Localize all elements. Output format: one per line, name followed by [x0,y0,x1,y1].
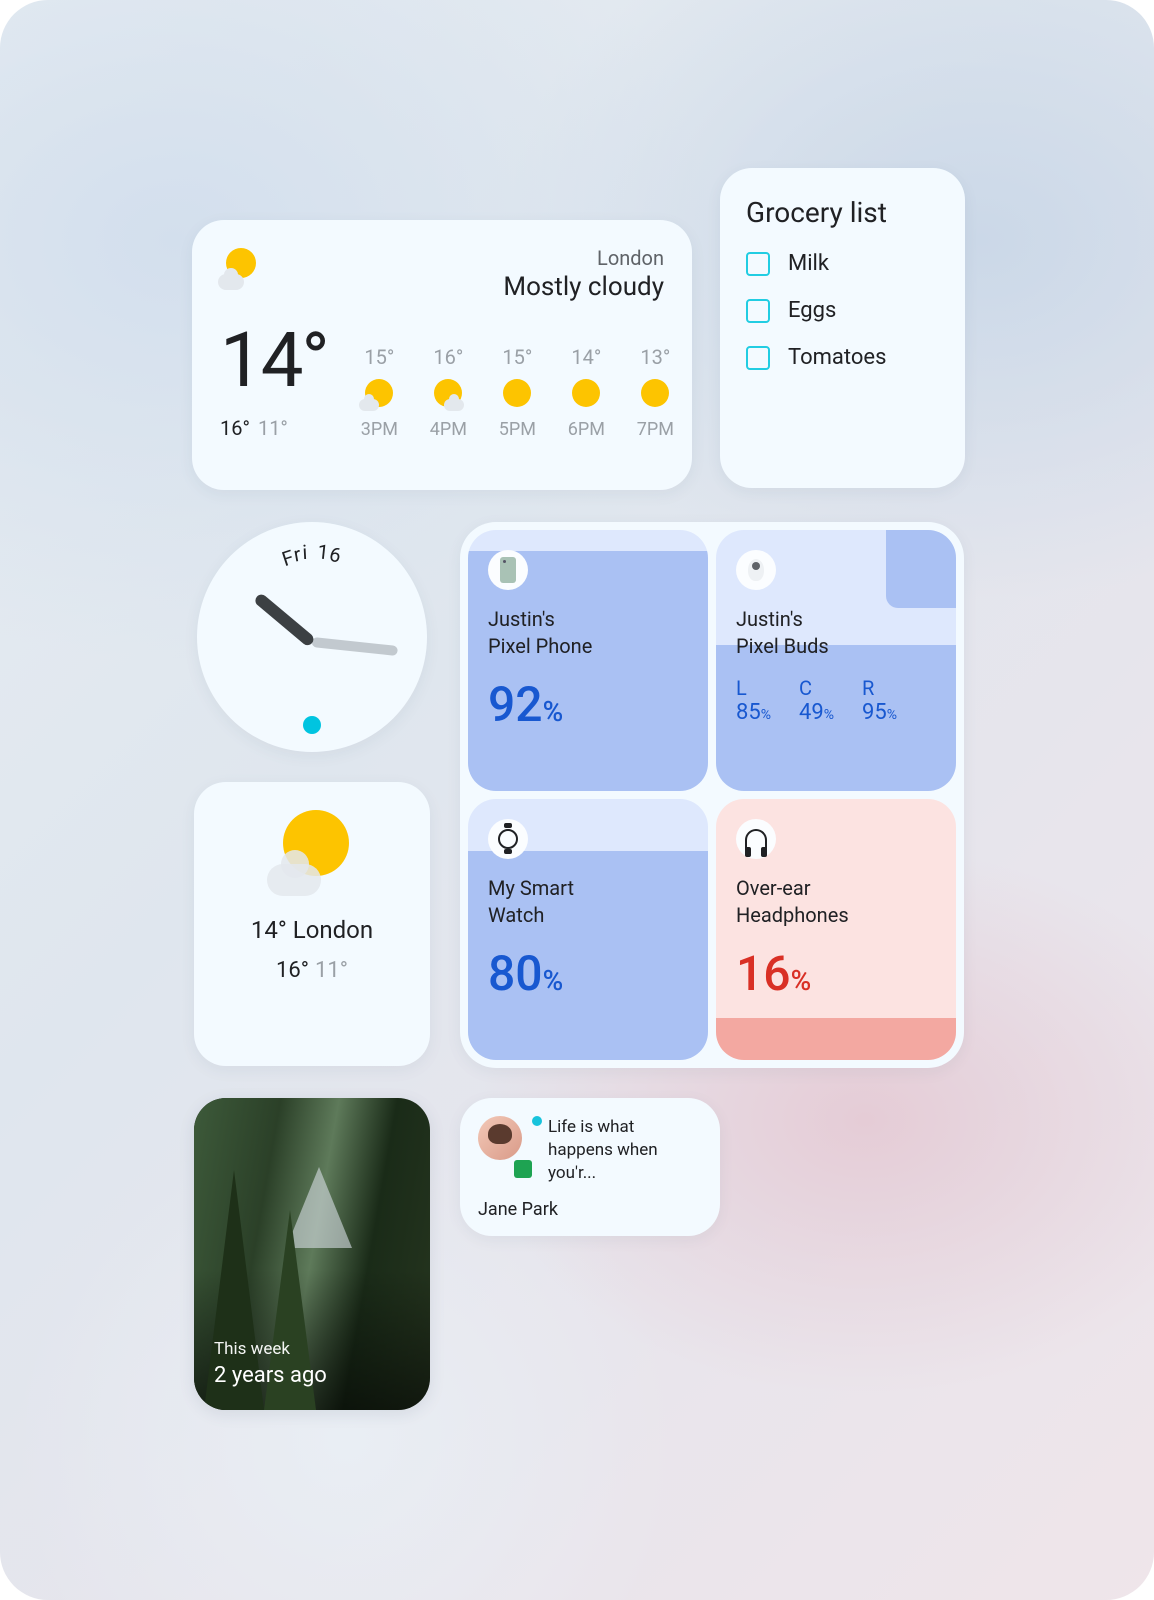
weather-city: London [503,246,664,270]
grocery-item[interactable]: Milk [746,251,939,276]
battery-phone[interactable]: Justin'sPixel Phone 92% [468,530,708,791]
photo-memory-widget[interactable]: This week 2 years ago [194,1098,430,1410]
weather-icon [222,248,264,290]
checkbox-icon[interactable] [746,252,770,276]
clock-dot-icon [303,716,321,734]
battery-pct: 80% [488,945,688,1002]
forecast-col: 15° 3PM [352,345,407,440]
clock-widget[interactable]: Fri 16 [197,522,427,752]
unread-dot-icon [532,1116,542,1126]
weather-location: London Mostly cloudy [503,246,664,302]
weather-temp: 14° [220,322,328,398]
sun-icon [501,377,533,409]
forecast-col: 13° 7PM [628,345,683,440]
buds-levels: L85% C49% R95% [736,676,936,725]
sun-cloud-icon [432,377,464,409]
grocery-item[interactable]: Tomatoes [746,345,939,370]
battery-pct: 16% [736,945,936,1002]
weather-icon [269,810,355,896]
weather-high: 16° [220,416,250,440]
photo-line2: 2 years ago [214,1363,327,1388]
phone-icon [488,550,528,590]
battery-buds[interactable]: Justin'sPixel Buds L85% C49% R95% [716,530,956,791]
sun-cloud-icon [363,377,395,409]
clock-date: Fri 16 [280,540,343,564]
watch-icon [488,819,528,859]
message-app-icon [514,1160,532,1178]
earbud-icon [736,550,776,590]
weather-temp-city: 14° London [194,916,430,944]
message-preview: Life is what happens when you'r... [548,1116,702,1185]
battery-watch[interactable]: My SmartWatch 80% [468,799,708,1060]
forecast-col: 15° 5PM [490,345,545,440]
sun-icon [639,377,671,409]
checkbox-icon[interactable] [746,346,770,370]
sun-icon [570,377,602,409]
forecast-col: 14° 6PM [559,345,614,440]
weather-forecast: 15° 3PM 16° 4PM 15° 5PM 14° 6PM 13° [352,345,683,440]
forecast-col: 16° 4PM [421,345,476,440]
minute-hand-icon [311,637,398,656]
grocery-title: Grocery list [746,196,939,229]
battery-pct: 92% [488,676,688,733]
message-sender: Jane Park [478,1199,702,1220]
battery-widget[interactable]: Justin'sPixel Phone 92% Justin'sPixel Bu… [460,522,964,1068]
grocery-list-widget[interactable]: Grocery list Milk Eggs Tomatoes [720,168,965,488]
weather-low: 11° [258,416,288,440]
weather-widget-large[interactable]: London Mostly cloudy 14° 16° 11° 15° 3PM … [192,220,692,490]
headphones-icon [736,819,776,859]
weather-hilo: 16° 11° [220,416,328,440]
weather-widget-small[interactable]: 14° London 16°11° [194,782,430,1066]
grocery-item[interactable]: Eggs [746,298,939,323]
checkbox-icon[interactable] [746,299,770,323]
weather-condition: Mostly cloudy [503,272,664,302]
battery-headphones[interactable]: Over-earHeadphones 16% [716,799,956,1060]
avatar [478,1116,522,1160]
message-widget[interactable]: Life is what happens when you'r... Jane … [460,1098,720,1236]
photo-line1: This week [214,1339,327,1359]
weather-hilo: 16°11° [194,958,430,983]
hour-hand-icon [253,592,316,647]
